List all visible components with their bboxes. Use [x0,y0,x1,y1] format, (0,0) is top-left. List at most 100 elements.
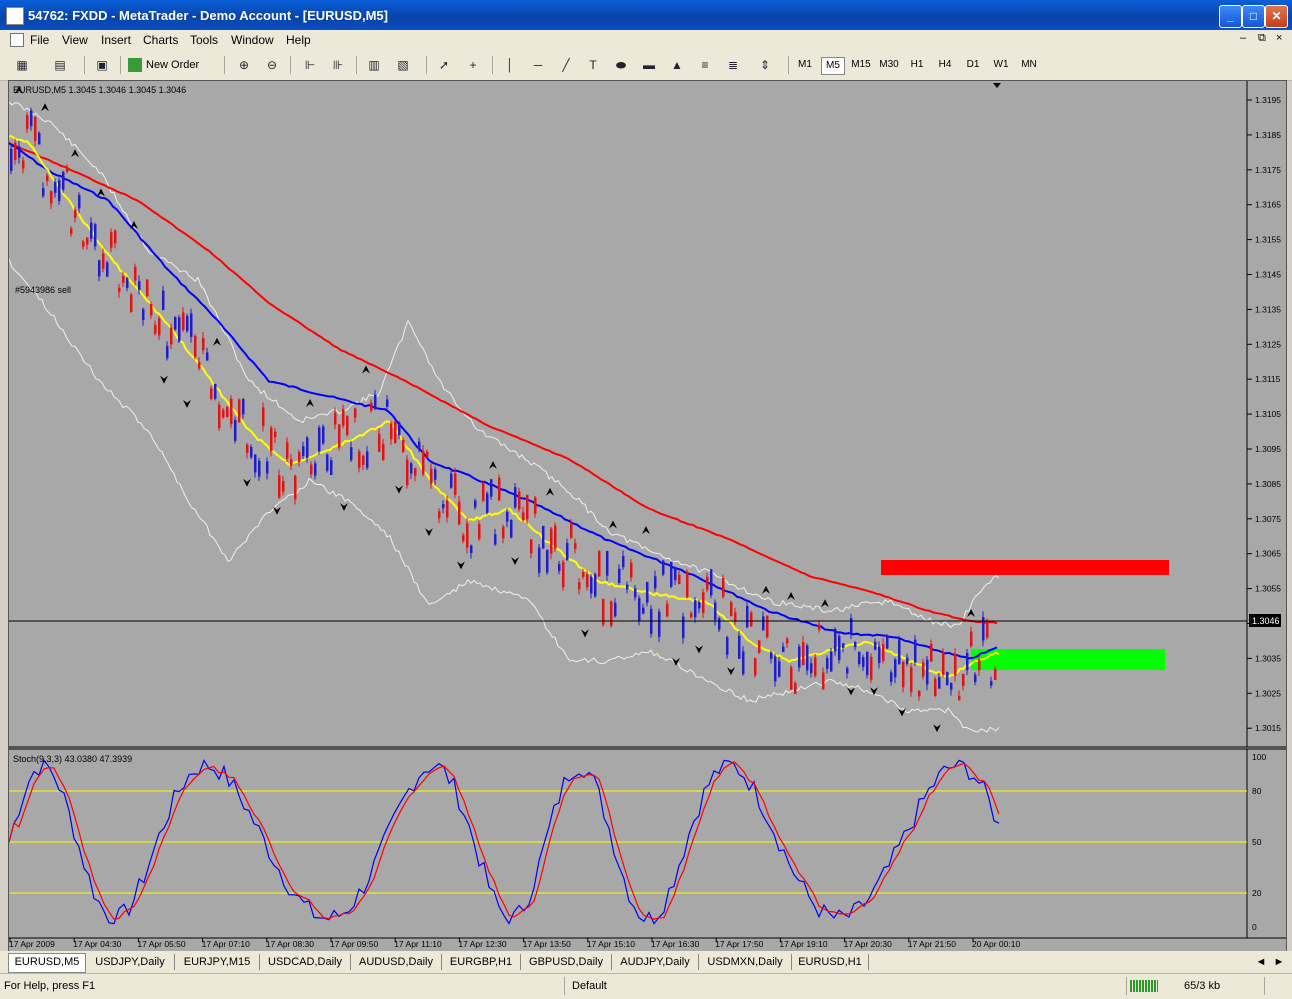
candle-body [234,420,237,441]
menu-insert[interactable]: Insert [101,33,131,47]
menu-help[interactable]: Help [286,33,311,47]
candle-body [578,582,581,590]
chart-window[interactable]: 1.3195 1.3185 1.3175 1.3165 1.3155 1.3145 1.31… [8,80,1287,952]
resistance-zone[interactable] [881,560,1169,575]
price-tick-label: 1.3155 [1255,235,1281,245]
candle-body [314,463,317,476]
candle-body [462,535,465,542]
chart-shift-marker[interactable] [993,83,1001,88]
crosshair-icon[interactable]: + [463,55,483,75]
profiles-icon[interactable]: ▤ [50,55,70,75]
candle-body [438,511,441,519]
candle-body [422,450,425,475]
tab-eurusd-h1[interactable]: EURUSD,H1 [792,954,869,970]
timeframe-m1[interactable]: M1 [794,57,816,73]
tab-eurusd-m5[interactable]: EURUSD,M5 [8,953,86,973]
minimize-button[interactable]: _ [1219,5,1242,28]
candle-body [198,362,201,369]
zoom-out-icon[interactable]: ⊖ [262,55,282,75]
tab-usdmxn-daily[interactable]: USDMXN,Daily [699,954,792,970]
timeframe-d1[interactable]: D1 [962,57,984,73]
metatrader-app-icon[interactable] [6,7,24,25]
menu-window[interactable]: Window [231,33,274,47]
price-chart[interactable]: 1.3195 1.3185 1.3175 1.3165 1.3155 1.3145 1.31… [8,81,1286,951]
arrows-icon[interactable]: ⇕ [755,55,775,75]
tab-gbpusd-daily[interactable]: GBPUSD,Daily [521,954,612,970]
menu-view[interactable]: View [62,33,88,47]
tab-usdjpy-daily[interactable]: USDJPY,Daily [86,954,175,970]
menu-bar: File View Insert Charts Tools Window Hel… [0,30,1292,50]
vertical-line-icon[interactable]: │ [500,55,520,75]
candle-body [922,662,925,677]
text-tool-icon[interactable]: T [583,55,603,75]
zoom-in-icon[interactable]: ⊕ [234,55,254,75]
horizontal-line-icon[interactable]: ─ [528,55,548,75]
tab-audusd-daily[interactable]: AUDUSD,Daily [351,954,442,970]
candle-body [758,640,761,653]
candle-body [218,404,221,429]
maximize-button[interactable]: □ [1242,5,1265,28]
time-tick-label: 17 Apr 05:50 [137,939,185,949]
menu-tools[interactable]: Tools [190,33,218,47]
mdi-close-button[interactable]: × [1276,32,1282,44]
candle-body [530,539,533,554]
candle-body [958,695,961,701]
mdi-restore-button[interactable]: ⧉ [1258,32,1266,45]
close-button[interactable]: ✕ [1265,5,1288,28]
stoch-signal-line [8,760,1000,920]
candle-body [646,582,649,603]
candle-body [378,433,381,452]
menu-charts[interactable]: Charts [143,33,178,47]
ma-mid-blue [8,142,998,660]
timeframe-m30[interactable]: M30 [878,57,900,73]
tabs-scroll-left[interactable]: ◄ [1254,954,1268,970]
menu-file[interactable]: File [30,33,49,47]
trendline-icon[interactable]: ╱ [556,55,576,75]
candle-body [886,636,889,649]
candle-body [250,446,253,458]
timeframe-m15[interactable]: M15 [850,57,872,73]
candle-body [806,645,809,671]
rectangle-icon[interactable]: ▬ [639,55,659,75]
tab-usdcad-daily[interactable]: USDCAD,Daily [260,954,351,970]
candle-body [498,477,501,501]
candle-body [178,317,181,342]
new-chart-icon[interactable]: ▦ [12,55,32,75]
candle-body [626,584,629,590]
tab-eurgbp-h1[interactable]: EURGBP,H1 [442,954,521,970]
indicators-icon[interactable]: ▥ [364,55,384,75]
tabs-scroll-right[interactable]: ► [1272,954,1286,970]
tab-eurjpy-m15[interactable]: EURJPY,M15 [175,954,260,970]
tab-audjpy-daily[interactable]: AUDJPY,Daily [612,954,699,970]
fractal-down-arrow [695,645,703,654]
fractal-up-arrow [306,398,314,407]
time-tick-label: 17 Apr 13:50 [523,939,571,949]
candle-body [822,672,825,690]
candle-body [914,639,917,663]
candle-body [502,526,505,539]
new-order-button[interactable]: New Order [128,55,208,75]
chart-shift-icon[interactable]: ⊩ [300,55,320,75]
timeframe-w1[interactable]: W1 [990,57,1012,73]
triangle-icon[interactable]: ▲ [667,55,687,75]
market-watch-icon[interactable]: ▣ [92,55,112,75]
fibonacci-icon[interactable]: ≡ [695,55,715,75]
mdi-minimize-button[interactable]: – [1240,32,1246,44]
ellipse-icon[interactable]: ⬬ [611,55,631,75]
candle-body [634,588,637,598]
timeframe-m5[interactable]: M5 [821,57,845,75]
candle-body [46,175,49,182]
periods-icon[interactable]: ▧ [393,55,413,75]
candle-body [782,646,785,652]
candle-body [26,115,29,129]
timeframe-h4[interactable]: H4 [934,57,956,73]
support-zone[interactable] [971,649,1165,670]
cursor-icon[interactable]: ➚ [434,55,454,75]
fibo-fan-icon[interactable]: ≣ [723,55,743,75]
timeframe-h1[interactable]: H1 [906,57,928,73]
candle-body [986,620,989,638]
candle-body [106,262,109,277]
auto-scroll-icon[interactable]: ⊪ [328,55,348,75]
timeframe-mn[interactable]: MN [1018,57,1040,73]
chart-window-icon[interactable] [10,33,24,47]
